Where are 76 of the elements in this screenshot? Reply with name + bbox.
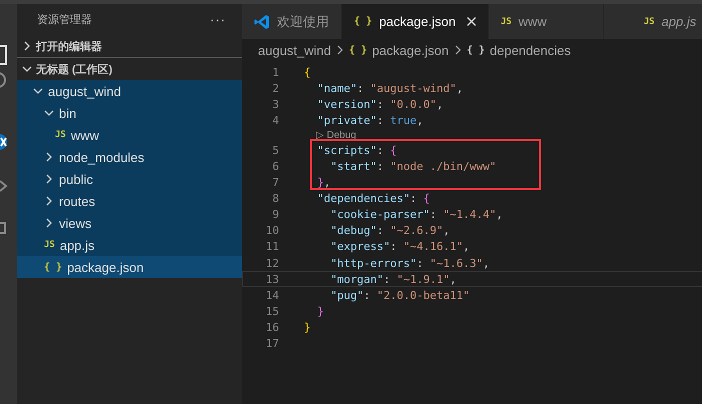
line-number: 2 xyxy=(271,82,279,95)
code-line: "name": "august-wind", xyxy=(316,82,463,95)
editor-tab[interactable]: JS www xyxy=(488,4,604,39)
js-file-icon: JS xyxy=(500,16,512,26)
breadcrumb-item[interactable]: august_wind xyxy=(258,42,331,58)
tree-item[interactable]: node_modules xyxy=(17,146,242,168)
code-line: "pug": "2.0.0-beta11" xyxy=(329,288,470,302)
line-number: 1 xyxy=(271,66,279,79)
line-number: 14 xyxy=(264,288,279,302)
tree-item[interactable]: bin xyxy=(17,102,242,124)
editor-tab[interactable]: 欢迎使用 xyxy=(242,4,342,39)
code-line: "start": "node ./bin/www" xyxy=(329,160,496,174)
code-line: "scripts": { xyxy=(316,144,397,157)
tree-item[interactable]: { } package.json xyxy=(17,256,242,278)
search-icon[interactable] xyxy=(0,70,8,90)
json-file-icon: { } xyxy=(44,262,62,272)
chevron-icon xyxy=(22,41,32,51)
object-icon: { } xyxy=(466,44,485,56)
line-number: 16 xyxy=(264,320,279,334)
code-line: "morgan": "~1.9.1", xyxy=(329,272,456,286)
editor-tab[interactable]: { } package.json xyxy=(342,4,489,39)
explorer-title: 资源管理器 xyxy=(37,13,92,27)
json-file-icon: { } xyxy=(354,16,372,27)
code-line: } xyxy=(304,320,311,334)
chevron-icon xyxy=(33,86,43,96)
line-number: 6 xyxy=(271,160,279,174)
code-line: "express": "~4.16.1", xyxy=(329,240,470,254)
line-number: 4 xyxy=(271,114,279,127)
code-line: }, xyxy=(316,176,330,190)
tree-item[interactable]: routes xyxy=(17,190,242,212)
editor-logo-icon xyxy=(254,14,270,30)
chevron-icon xyxy=(44,108,54,118)
line-number: 9 xyxy=(271,208,279,222)
tree-item[interactable]: JS www xyxy=(17,124,242,146)
code-line: "debug": "~2.6.9", xyxy=(329,224,450,238)
separator-icon xyxy=(336,45,344,55)
js-file-icon: JS xyxy=(44,240,55,250)
line-number: 17 xyxy=(264,337,279,350)
line-number: 3 xyxy=(271,98,279,111)
json-file-icon: { } xyxy=(349,44,368,56)
close-icon[interactable] xyxy=(466,17,476,26)
code-line: { xyxy=(304,66,311,79)
tree-item[interactable]: views xyxy=(17,212,242,234)
tree-item[interactable]: august_wind xyxy=(17,80,242,102)
code-line: "version": "0.0.0", xyxy=(316,98,444,111)
code-line: "private": true, xyxy=(316,114,424,127)
tree-item[interactable]: public xyxy=(17,168,242,190)
line-number: 7 xyxy=(271,176,279,190)
line-number: 11 xyxy=(264,240,279,254)
breadcrumb-item[interactable]: package.json xyxy=(372,42,449,58)
code-line: } xyxy=(316,304,324,318)
js-file-icon: JS xyxy=(55,130,66,140)
code-line: "http-errors": "~1.6.3", xyxy=(329,256,490,270)
chevron-icon xyxy=(44,218,54,228)
chevron-icon xyxy=(44,196,54,206)
js-file-icon: JS xyxy=(644,16,655,26)
code-line: "cookie-parser": "~1.4.4", xyxy=(329,208,503,222)
code-line: "dependencies": { xyxy=(316,192,430,206)
line-number: 8 xyxy=(271,192,279,206)
line-number: 12 xyxy=(264,256,279,270)
editor-tab[interactable]: JS app.js xyxy=(604,4,702,39)
separator-icon xyxy=(454,45,462,55)
chevron-icon xyxy=(22,64,32,74)
line-number: 5 xyxy=(271,144,279,157)
chevron-icon xyxy=(44,152,54,162)
more-actions-button[interactable]: ··· xyxy=(210,12,226,27)
line-number: 13 xyxy=(264,272,279,286)
chevron-icon xyxy=(44,174,54,184)
files-icon[interactable] xyxy=(0,44,8,66)
line-number: 10 xyxy=(264,224,279,238)
source-control-icon[interactable] xyxy=(0,132,10,152)
codelens-link[interactable]: ▷ Debug xyxy=(304,129,356,142)
section-header[interactable]: 打开的编辑器 xyxy=(17,35,242,57)
line-number: 15 xyxy=(264,304,279,318)
breadcrumb-item[interactable]: dependencies xyxy=(490,42,571,58)
tree-item[interactable]: JS app.js xyxy=(17,234,242,256)
